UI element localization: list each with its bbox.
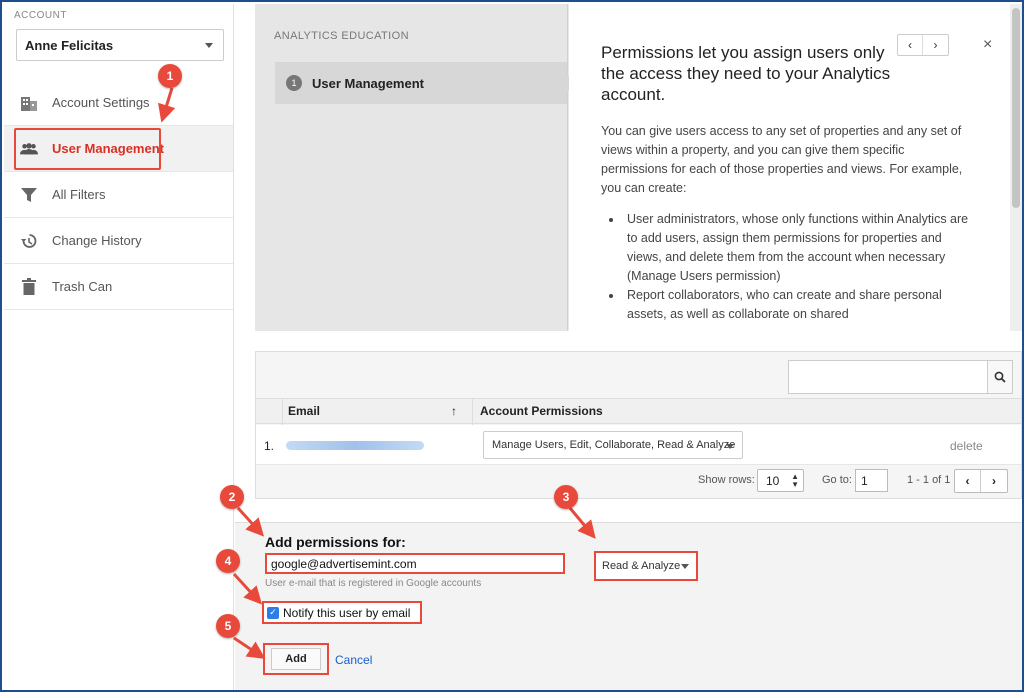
prev-button[interactable]: ‹	[898, 35, 923, 55]
email-helper-text: User e-mail that is registered in Google…	[265, 578, 482, 589]
scrollbar-thumb[interactable]	[1012, 8, 1020, 208]
callout-badge: 4	[216, 549, 240, 573]
sidebar-item-label: Change History	[52, 233, 142, 248]
role-value: Read & Analyze	[602, 560, 681, 572]
callout-badge: 2	[220, 485, 244, 509]
column-header-email[interactable]: Email	[288, 404, 320, 418]
cancel-link[interactable]: Cancel	[335, 653, 372, 667]
sidebar-item-label: Account Settings	[52, 95, 150, 110]
table-footer: Show rows: 10 ▲ ▼ Go to: 1 1 - 1 of 1 ‹ ›	[256, 465, 1021, 498]
caret-down-icon	[205, 43, 213, 48]
notify-label: Notify this user by email	[283, 605, 411, 620]
column-header-permissions: Account Permissions	[480, 404, 603, 418]
callout-badge: 1	[158, 64, 182, 88]
caret-down-icon	[726, 444, 734, 449]
rows-per-page-select[interactable]: 10 ▲ ▼	[757, 469, 804, 492]
checkbox-checked-icon[interactable]: ✓	[267, 606, 279, 619]
account-label: ACCOUNT	[14, 10, 67, 21]
sidebar-item-label: Trash Can	[52, 279, 113, 294]
sidebar-item-change-history[interactable]: Change History	[4, 218, 233, 264]
history-icon	[20, 232, 38, 250]
education-body: You can give users access to any set of …	[601, 122, 971, 324]
callout-badge: 3	[554, 485, 578, 509]
education-content: Permissions let you assign users only th…	[569, 4, 1010, 331]
next-button[interactable]: ›	[923, 35, 948, 55]
caret-down-icon	[681, 564, 689, 569]
users-table: Email ↑ Account Permissions 1. Manage Us…	[255, 351, 1022, 499]
next-page-button[interactable]: ›	[981, 470, 1007, 492]
step-label: User Management	[312, 75, 424, 91]
show-rows-label: Show rows:	[698, 474, 755, 486]
rows-per-page-value: 10	[766, 473, 780, 488]
education-title: ANALYTICS EDUCATION	[274, 30, 409, 42]
goto-input[interactable]: 1	[855, 469, 888, 492]
search-button[interactable]	[987, 360, 1013, 394]
education-nav: ANALYTICS EDUCATION 1 User Management	[255, 4, 576, 331]
list-item: User administrators, whose only function…	[623, 210, 971, 286]
role-dropdown[interactable]: Read & Analyze	[594, 551, 698, 581]
list-item: Report collaborators, who can create and…	[623, 286, 971, 324]
table-pager: ‹ ›	[954, 469, 1008, 493]
delete-link[interactable]: delete	[950, 439, 983, 453]
sidebar-item-account-settings[interactable]: Account Settings	[4, 80, 233, 126]
sidebar-item-trash-can[interactable]: Trash Can	[4, 264, 233, 310]
building-icon	[20, 94, 38, 112]
step-number: 1	[286, 75, 302, 91]
education-scrollbar[interactable]	[1010, 4, 1022, 331]
education-list: User administrators, whose only function…	[623, 210, 971, 324]
account-selector[interactable]: Anne Felicitas	[16, 29, 224, 61]
sidebar-item-all-filters[interactable]: All Filters	[4, 172, 233, 218]
table-header: Email ↑ Account Permissions	[256, 398, 1021, 424]
table-row: 1. Manage Users, Edit, Collaborate, Read…	[256, 425, 1021, 465]
add-button-highlight: Add	[263, 643, 329, 675]
prev-page-button[interactable]: ‹	[955, 470, 981, 492]
filter-icon	[20, 186, 38, 204]
blurred-email	[286, 441, 424, 450]
screenshot-frame: ACCOUNT Anne Felicitas Account Settings …	[0, 0, 1024, 692]
add-permissions-title: Add permissions for:	[265, 534, 406, 550]
trash-icon	[20, 278, 38, 296]
permissions-dropdown[interactable]: Manage Users, Edit, Collaborate, Read & …	[483, 431, 743, 459]
search-icon	[994, 371, 1006, 383]
page-range: 1 - 1 of 1	[907, 474, 951, 486]
goto-label: Go to:	[822, 474, 852, 486]
email-field[interactable]: google@advertisemint.com	[265, 553, 565, 574]
education-panel: ANALYTICS EDUCATION 1 User Management Pe…	[255, 4, 1022, 331]
sort-arrow-icon[interactable]: ↑	[451, 404, 457, 418]
row-number: 1.	[264, 439, 275, 453]
account-name: Anne Felicitas	[25, 37, 114, 53]
search-input[interactable]	[788, 360, 988, 394]
education-step-user-management[interactable]: 1 User Management	[275, 62, 567, 104]
permissions-value: Manage Users, Edit, Collaborate, Read & …	[492, 439, 736, 451]
sidebar: ACCOUNT Anne Felicitas Account Settings …	[4, 4, 234, 690]
add-permissions-panel: Add permissions for: google@advertisemin…	[235, 522, 1022, 690]
add-button[interactable]: Add	[271, 648, 321, 670]
callout-badge: 5	[216, 614, 240, 638]
education-pager: ‹ ›	[897, 34, 949, 56]
education-heading: Permissions let you assign users only th…	[601, 43, 891, 104]
education-paragraph: You can give users access to any set of …	[601, 124, 963, 195]
highlight-box	[14, 128, 161, 170]
spinner-icon: ▲ ▼	[791, 472, 799, 489]
notify-checkbox-row[interactable]: ✓ Notify this user by email	[262, 601, 422, 624]
close-icon[interactable]: ×	[983, 36, 992, 54]
sidebar-item-label: All Filters	[52, 187, 106, 202]
